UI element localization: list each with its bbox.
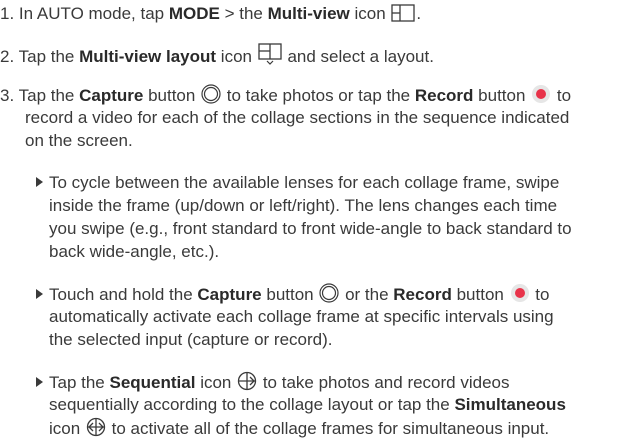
multi-view-layout-icon (258, 43, 282, 70)
record-button-icon (510, 283, 530, 308)
bullet-1-line-4: back wide-angle, etc.). (49, 242, 220, 261)
step-number: 1. (0, 4, 15, 23)
step-3-line-2: record a video for each of the collage s… (25, 108, 570, 127)
bullet-3-line-3: icon to activate all of the collage fram… (49, 417, 549, 442)
step-2: 2. Tap the Multi-view layout icon and se… (0, 43, 434, 70)
bullet-2-line-2: automatically activate each collage fram… (49, 307, 554, 326)
bullet-arrow-icon (36, 177, 43, 187)
step-1: 1. In AUTO mode, tap MODE > the Multi-vi… (0, 3, 421, 27)
record-button-icon (531, 84, 551, 109)
bullet-1: To cycle between the available lenses fo… (36, 172, 559, 193)
capture-button-icon (319, 283, 339, 308)
step-3-line-3: on the screen. (25, 131, 133, 150)
bullet-1-line-3: you swipe (e.g., front standard to front… (49, 219, 572, 238)
sequential-icon (237, 371, 257, 396)
bullet-2-line-3: the selected input (capture or record). (49, 330, 333, 349)
capture-button-icon (201, 84, 221, 109)
step-3: 3. Tap the Capture button to take photos… (0, 84, 571, 109)
bullet-3: Tap the Sequential icon to take photos a… (36, 371, 510, 396)
bullet-1-line-2: inside the frame (up/down or left/right)… (49, 196, 558, 215)
simultaneous-icon (86, 417, 106, 442)
bullet-arrow-icon (36, 289, 43, 299)
bullet-arrow-icon (36, 377, 43, 387)
bullet-2: Touch and hold the Capture button or the… (36, 283, 549, 308)
bullet-3-line-2: sequentially according to the collage la… (49, 395, 566, 414)
multi-view-icon (391, 4, 416, 27)
